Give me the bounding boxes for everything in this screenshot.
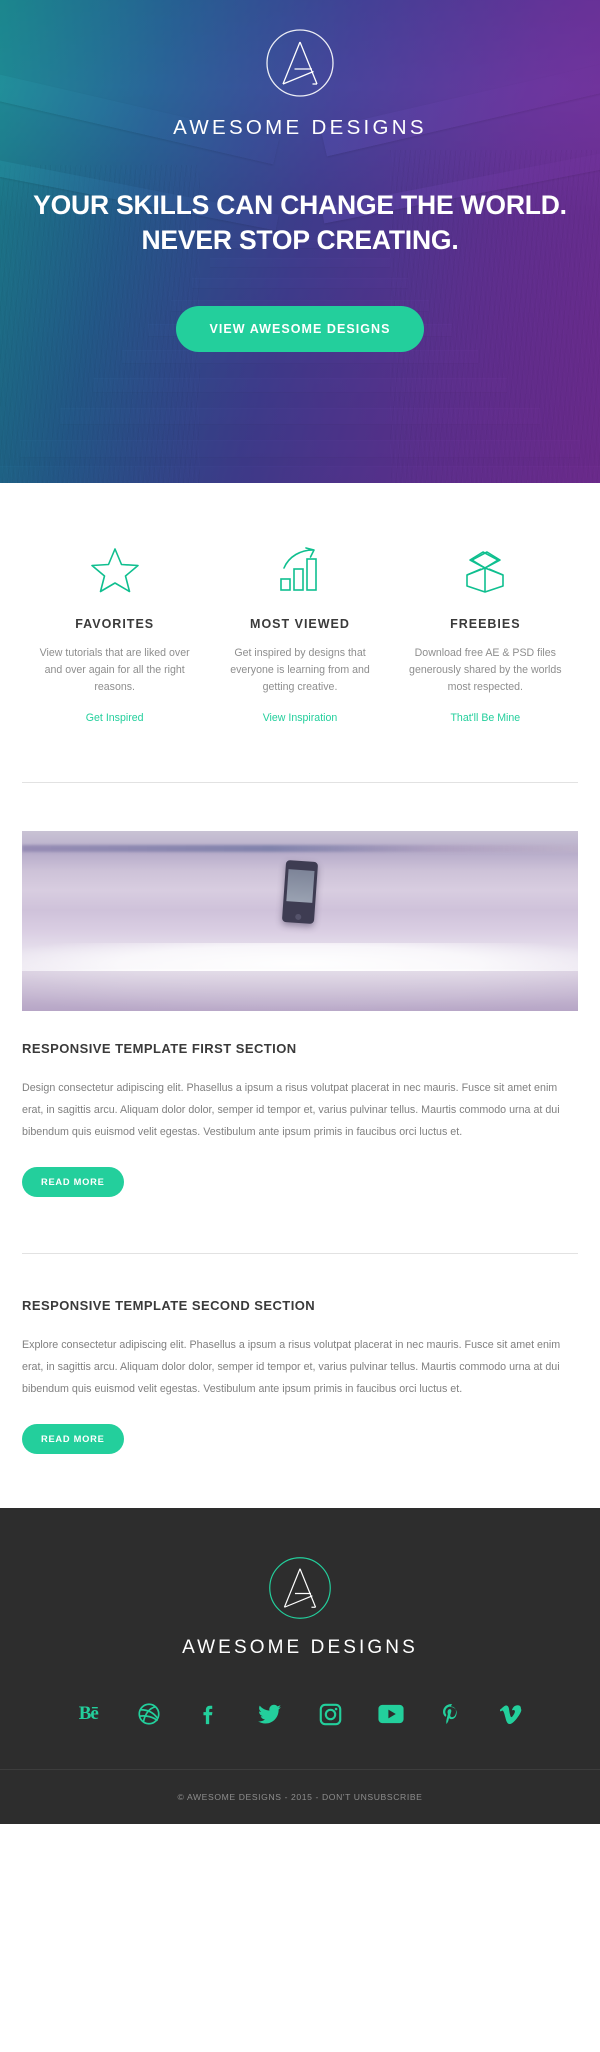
behance-icon[interactable]: Bē bbox=[58, 1699, 119, 1729]
star-icon bbox=[31, 545, 198, 595]
bar-chart-growth-icon bbox=[216, 545, 383, 595]
pinterest-icon[interactable] bbox=[421, 1699, 482, 1729]
section-title: RESPONSIVE TEMPLATE FIRST SECTION bbox=[22, 1041, 297, 1057]
content-section-second: RESPONSIVE TEMPLATE SECOND SECTION Explo… bbox=[0, 1254, 600, 1455]
feature-title: MOST VIEWED bbox=[250, 617, 350, 631]
hero-headline-line-1: YOUR SKILLS CAN CHANGE THE WORLD. bbox=[33, 190, 567, 220]
phone-in-beach-surf-photo bbox=[22, 831, 578, 1012]
footer-brand-name: AWESOME DESIGNS bbox=[182, 1637, 418, 1659]
feature-title: FREEBIES bbox=[450, 617, 521, 631]
vimeo-icon[interactable] bbox=[482, 1699, 543, 1729]
read-more-button-first[interactable]: READ MORE bbox=[22, 1167, 124, 1198]
section-title: RESPONSIVE TEMPLATE SECOND SECTION bbox=[22, 1298, 316, 1314]
feature-column-most-viewed: MOST VIEWED Get inspired by designs that… bbox=[207, 545, 392, 726]
features-row: FAVORITES View tutorials that are liked … bbox=[0, 483, 600, 727]
open-box-icon bbox=[402, 545, 569, 595]
feature-body: Download free AE & PSD files generously … bbox=[409, 647, 562, 694]
feature-body: View tutorials that are liked over and o… bbox=[39, 647, 190, 694]
hero-section: AWESOME DESIGNS YOUR SKILLS CAN CHANGE T… bbox=[0, 0, 600, 483]
feature-link-view-inspiration[interactable]: View Inspiration bbox=[263, 712, 338, 724]
awesome-designs-a-logo-icon bbox=[264, 27, 336, 99]
dribbble-icon[interactable] bbox=[119, 1699, 180, 1729]
phone-in-photo bbox=[281, 860, 319, 925]
feature-body: Get inspired by designs that everyone is… bbox=[230, 647, 370, 694]
feature-link-thatll-be-mine[interactable]: That'll Be Mine bbox=[450, 712, 520, 724]
facebook-icon[interactable] bbox=[179, 1699, 240, 1729]
view-awesome-designs-button[interactable]: VIEW AWESOME DESIGNS bbox=[175, 305, 425, 352]
section-divider bbox=[22, 782, 578, 784]
content-section-first: RESPONSIVE TEMPLATE FIRST SECTION Design… bbox=[0, 831, 600, 1198]
hero-headline-line-2: NEVER STOP CREATING. bbox=[141, 224, 459, 255]
instagram-icon[interactable] bbox=[300, 1699, 361, 1729]
feature-title: FAVORITES bbox=[75, 617, 155, 631]
copyright-text: © AWESOME DESIGNS - 2015 - DON'T UNSUBSC… bbox=[177, 1792, 423, 1803]
footer: AWESOME DESIGNS Bē © AWESOME DESIGNS - 2… bbox=[0, 1508, 600, 1825]
section-body: Design consectetur adipiscing elit. Phas… bbox=[22, 1082, 560, 1138]
copyright-bar: © AWESOME DESIGNS - 2015 - DON'T UNSUBSC… bbox=[0, 1769, 600, 1824]
footer-awesome-designs-a-logo-icon bbox=[267, 1555, 333, 1621]
behance-icon-glyph: Bē bbox=[78, 1703, 99, 1725]
feature-column-favorites: FAVORITES View tutorials that are liked … bbox=[22, 545, 207, 726]
email-template-page: AWESOME DESIGNS YOUR SKILLS CAN CHANGE T… bbox=[0, 0, 600, 1825]
youtube-icon[interactable] bbox=[361, 1699, 422, 1729]
feature-link-get-inspired[interactable]: Get Inspired bbox=[86, 712, 144, 724]
section-body: Explore consectetur adipiscing elit. Pha… bbox=[22, 1339, 561, 1395]
feature-column-freebies: FREEBIES Download free AE & PSD files ge… bbox=[393, 545, 578, 726]
social-links-row: Bē bbox=[0, 1699, 600, 1729]
read-more-button-second[interactable]: READ MORE bbox=[22, 1424, 124, 1455]
hero-brand-name: AWESOME DESIGNS bbox=[173, 116, 427, 139]
hero-headline: YOUR SKILLS CAN CHANGE THE WORLD. NEVER … bbox=[0, 188, 600, 258]
twitter-icon[interactable] bbox=[240, 1699, 301, 1729]
